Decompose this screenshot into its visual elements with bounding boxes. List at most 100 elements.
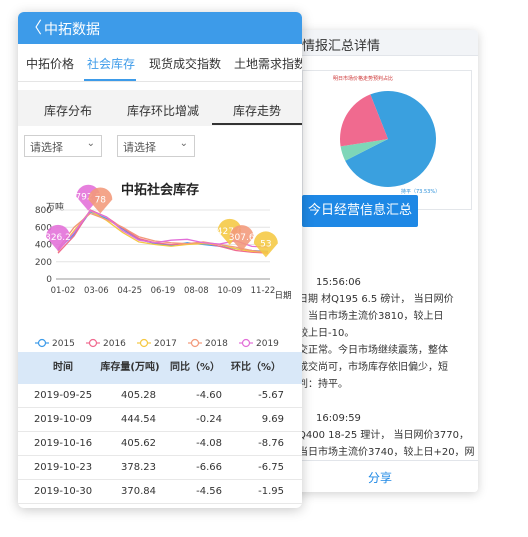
x-tick-label: 10-09: [217, 286, 242, 296]
subtab-mom-change[interactable]: 库存环比增减: [127, 102, 199, 119]
chart-title: 中拓社会库存: [121, 182, 199, 198]
inventory-line-chart: 中拓社会库存万吨020040060080001-02 03-06 04-25 06-1…: [35, 182, 292, 349]
legend-marker: [37, 338, 47, 348]
table-cell: 2019-10-30: [33, 486, 93, 497]
data-pin[interactable]: 53: [253, 231, 278, 258]
screenshot-stage: 情报汇总详情 明日市场价格走势预判占比 持平（73.53%） 今日经营信息汇总 …: [0, 0, 528, 537]
share-button[interactable]: 分享: [282, 469, 478, 486]
header-volume: 库存量(万吨): [100, 362, 160, 373]
x-tick-label: 11-22: [251, 286, 276, 296]
sub-tabs: 库存分布 库存环比增减 库存走势: [18, 90, 302, 126]
news-line: ，当日市场主流价3810，较上日: [298, 311, 444, 322]
subtab-trend[interactable]: 库存走势: [233, 102, 281, 119]
table-cell: 378.23: [121, 462, 156, 473]
pie-chart-legend: 持平（73.53%）: [401, 189, 441, 195]
legend-item-2016[interactable]: 2016: [86, 338, 126, 349]
main-tabs: 中拓价格 社会库存 现货成交指数 土地需求指数: [18, 44, 302, 82]
y-tick-label: 800: [35, 206, 52, 216]
table-row[interactable]: 2019-10-23 378.23 -6.66 -6.75: [18, 456, 302, 480]
tab-social-inventory[interactable]: 社会库存: [87, 55, 135, 72]
data-pin-label: 326.2: [45, 233, 71, 243]
data-pin-label: 307.6: [229, 233, 255, 243]
table-header: 时间 库存量(万吨) 同比（%） 环比（%）: [18, 352, 302, 384]
news-line: 日期 材Q195 6.5 磅计， 当日网价: [298, 294, 454, 305]
table-row[interactable]: 2019-10-09 444.54 -0.24 9.69: [18, 408, 302, 432]
app-titlebar: 〈 中拓数据: [18, 12, 302, 44]
table-cell: 9.69: [261, 414, 284, 425]
x-axis-label: 日期: [274, 291, 291, 301]
back-screen-footer: 分享: [282, 460, 478, 492]
back-arrow-icon[interactable]: 〈: [26, 18, 42, 38]
filter-select-2[interactable]: 请选择 ⌄: [117, 135, 195, 157]
header-yoy: 同比（%）: [169, 362, 221, 373]
news-line: 交正常。今日市场继续震荡，整体: [298, 345, 448, 356]
legend-label: 2016: [103, 339, 126, 349]
legend-label: 2019: [256, 339, 279, 349]
table-cell: 370.84: [121, 486, 156, 497]
subtab-distribution[interactable]: 库存分布: [44, 102, 92, 119]
x-tick-label: 03-06: [84, 286, 109, 296]
legend-marker: [190, 338, 200, 348]
news-line: 较上日-10。: [298, 328, 355, 339]
inventory-screen: 〈 中拓数据 中拓价格 社会库存 现货成交指数 土地需求指数 库存分布 库存环比…: [18, 12, 302, 508]
tab-zhongtuo-price[interactable]: 中拓价格: [26, 55, 74, 72]
table-cell: 405.62: [121, 438, 156, 449]
legend-label: 2017: [154, 339, 177, 349]
table-body: 2019-09-25 405.28 -4.60 -5.67 2019-10-09 444.…: [18, 384, 302, 504]
table-cell: 405.28: [121, 390, 156, 401]
filter-select-1[interactable]: 请选择 ⌄: [24, 135, 102, 157]
legend-item-2015[interactable]: 2015: [35, 338, 75, 349]
pie-chart-title: 明日市场价格走势预判占比: [333, 76, 394, 82]
table-cell: -4.08: [196, 438, 222, 449]
pie-chart-card: 明日市场价格走势预判占比 持平（73.53%）: [302, 70, 472, 210]
back-screen-header: 情报汇总详情: [282, 30, 478, 56]
x-tick-label: 08-08: [184, 286, 209, 296]
news-line: Q400 18-25 理计， 当日网价3770，: [298, 430, 470, 441]
data-pin-label: 78: [95, 195, 107, 205]
x-tick-label: 06-19: [151, 286, 176, 296]
legend-item-2019[interactable]: 2019: [239, 338, 279, 349]
table-cell: 444.54: [121, 414, 156, 425]
news-line: 当日市场主流价3740，较上日+20，网: [298, 447, 475, 458]
legend-label: 2015: [52, 339, 75, 349]
news-line: 16:09:59: [316, 413, 361, 424]
filter-select-1-value: 请选择: [30, 141, 63, 154]
table-cell: 2019-09-25: [33, 390, 93, 401]
app-title: 中拓数据: [44, 22, 100, 38]
chevron-down-icon: ⌄: [86, 138, 95, 149]
legend-label: 2018: [205, 339, 228, 349]
table-row[interactable]: 2019-10-30 370.84 -4.56 -1.95: [18, 480, 302, 504]
news-line: 15:56:06: [316, 277, 361, 288]
filter-select-2-value: 请选择: [123, 141, 156, 154]
chevron-down-icon: ⌄: [179, 138, 188, 149]
info-summary-screen: 情报汇总详情 明日市场价格走势预判占比 持平（73.53%） 今日经营信息汇总 …: [282, 30, 478, 492]
y-tick-label: 200: [35, 258, 52, 268]
pie-chart: [340, 91, 436, 188]
legend-marker: [88, 338, 98, 348]
table-cell: -6.66: [196, 462, 222, 473]
legend-marker: [241, 338, 251, 348]
tab-spot-deal-index[interactable]: 现货成交指数: [149, 55, 221, 72]
table-cell: 2019-10-09: [33, 414, 93, 425]
active-subtab-indicator: [212, 123, 302, 125]
y-tick-label: 0: [46, 275, 52, 285]
x-tick-label: 01-02: [51, 286, 76, 296]
news-text: 15:56:06 日期 材Q195 6.5 磅计， 当日网价 ，当日市场主流价381…: [298, 274, 475, 461]
table-cell: -1.95: [258, 486, 284, 497]
table-cell: 2019-10-16: [33, 438, 93, 449]
table-cell: -0.24: [196, 414, 222, 425]
back-screen-title: 情报汇总详情: [302, 39, 381, 54]
daily-summary-button[interactable]: 今日经营信息汇总: [302, 195, 418, 227]
table-row[interactable]: 2019-10-16 405.62 -4.08 -8.76: [18, 432, 302, 456]
legend-item-2017[interactable]: 2017: [137, 338, 177, 349]
legend-item-2018[interactable]: 2018: [188, 338, 228, 349]
table-cell: -5.67: [258, 390, 284, 401]
active-tab-indicator: [84, 79, 136, 81]
tab-land-demand-index[interactable]: 土地需求指数: [234, 55, 302, 72]
table-row[interactable]: 2019-09-25 405.28 -4.60 -5.67: [18, 384, 302, 408]
x-tick-label: 04-25: [117, 286, 142, 296]
header-time: 时间: [53, 362, 73, 373]
news-line: 成交尚可，市场库存依旧偏少，短: [298, 362, 448, 373]
table-cell: -4.56: [196, 486, 222, 497]
table-cell: -8.76: [258, 438, 284, 449]
